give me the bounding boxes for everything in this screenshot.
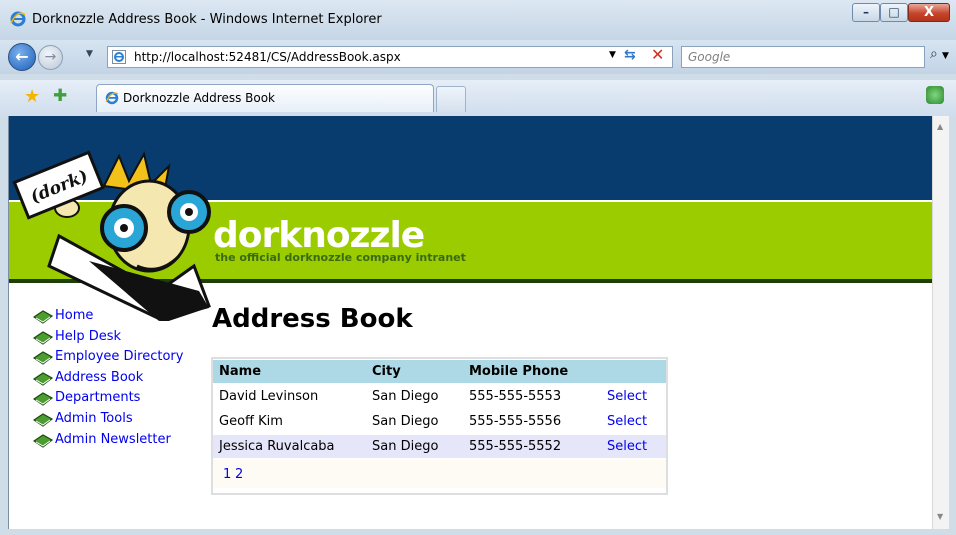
cell-city: San Diego <box>372 439 439 454</box>
search-placeholder: Google <box>688 50 731 64</box>
tools-icon[interactable] <box>926 86 944 104</box>
site-brand: dorknozzle <box>213 215 425 256</box>
grid-header-row: Name City Mobile Phone <box>213 360 666 383</box>
search-icon[interactable]: ⌕ <box>930 46 938 62</box>
close-icon: X <box>923 5 935 20</box>
sidebar-item-label[interactable]: Home <box>55 308 93 323</box>
refresh-icon[interactable]: ⇆ <box>624 47 636 63</box>
tab-dorknozzle-address-book[interactable]: Dorknozzle Address Book <box>96 84 434 112</box>
pager-page-2[interactable]: 2 <box>235 467 243 482</box>
window-right-frame <box>949 116 956 535</box>
close-window-button[interactable]: X <box>908 3 950 22</box>
scroll-down-icon[interactable]: ▼ <box>937 512 943 521</box>
ie-logo-icon <box>10 11 26 27</box>
sidebar-item-label[interactable]: Departments <box>55 390 140 405</box>
cell-city: San Diego <box>372 389 439 404</box>
book-icon <box>33 351 53 365</box>
cell-phone: 555-555-5552 <box>469 439 562 454</box>
book-icon <box>33 413 53 427</box>
table-row: Jessica Ruvalcaba San Diego 555-555-5552… <box>213 435 666 458</box>
back-button[interactable]: ← <box>8 43 36 71</box>
favorites-star-icon[interactable]: ★ <box>24 86 40 107</box>
column-header-mobile-phone: Mobile Phone <box>469 364 569 379</box>
table-row: Geoff Kim San Diego 555-555-5556 Select <box>213 410 666 433</box>
window-title: Dorknozzle Address Book - Windows Intern… <box>32 12 382 27</box>
dork-mascot-logo: (dork) <box>12 150 211 321</box>
tab-title: Dorknozzle Address Book <box>123 91 276 105</box>
select-link[interactable]: Select <box>607 439 647 454</box>
sidebar-item-label[interactable]: Employee Directory <box>55 349 183 364</box>
sidebar-item-label[interactable]: Admin Tools <box>55 411 133 426</box>
book-icon <box>33 392 53 406</box>
book-icon <box>33 310 53 324</box>
minimize-button[interactable]: – <box>852 3 880 22</box>
maximize-button[interactable]: □ <box>880 3 908 22</box>
column-header-name: Name <box>219 364 262 379</box>
address-book-grid: Name City Mobile Phone David Levinson Sa… <box>211 357 668 495</box>
column-header-city: City <box>372 364 401 379</box>
cell-name: Jessica Ruvalcaba <box>219 439 335 454</box>
sidebar-item-label[interactable]: Admin Newsletter <box>55 432 171 447</box>
search-input[interactable]: Google <box>681 46 925 68</box>
address-bar[interactable]: http://localhost:52481/CS/AddressBook.as… <box>107 46 673 68</box>
sidebar-item-label[interactable]: Help Desk <box>55 329 121 344</box>
cell-name: David Levinson <box>219 389 319 404</box>
maximize-icon: □ <box>888 5 900 19</box>
forward-button[interactable]: → <box>38 45 63 70</box>
new-tab-button[interactable] <box>436 86 466 112</box>
cell-name: Geoff Kim <box>219 414 283 429</box>
sidebar-item-label[interactable]: Address Book <box>55 370 143 385</box>
add-favorite-icon[interactable]: ✚ <box>53 86 67 106</box>
cell-city: San Diego <box>372 414 439 429</box>
cell-phone: 555-555-5553 <box>469 389 562 404</box>
window-bottom-frame <box>0 529 956 535</box>
minimize-icon: – <box>863 5 869 19</box>
scroll-up-icon[interactable]: ▲ <box>937 122 943 131</box>
select-link[interactable]: Select <box>607 414 647 429</box>
book-icon <box>33 434 53 448</box>
search-options-dropdown-icon[interactable]: ▼ <box>942 51 949 61</box>
page-ie-icon <box>112 50 126 64</box>
cell-phone: 555-555-5556 <box>469 414 562 429</box>
tab-ie-icon <box>105 91 119 105</box>
table-row: David Levinson San Diego 555-555-5553 Se… <box>213 385 666 408</box>
page-viewport: (dork) dorknozzle the official dorknozzl… <box>8 116 933 529</box>
book-icon <box>33 331 53 345</box>
select-link[interactable]: Select <box>607 389 647 404</box>
history-dropdown-icon[interactable]: ▼ <box>86 49 93 59</box>
address-dropdown-icon[interactable]: ▼ <box>609 50 616 60</box>
site-tagline: the official dorknozzle company intranet <box>215 251 466 264</box>
book-icon <box>33 372 53 386</box>
grid-pager: 1 2 <box>213 460 666 488</box>
stop-icon[interactable]: ✕ <box>651 45 664 64</box>
address-url: http://localhost:52481/CS/AddressBook.as… <box>134 50 401 64</box>
page-title: Address Book <box>212 304 413 334</box>
vertical-scrollbar[interactable]: ▲ ▼ <box>932 116 950 529</box>
pager-page-1[interactable]: 1 <box>223 467 231 482</box>
